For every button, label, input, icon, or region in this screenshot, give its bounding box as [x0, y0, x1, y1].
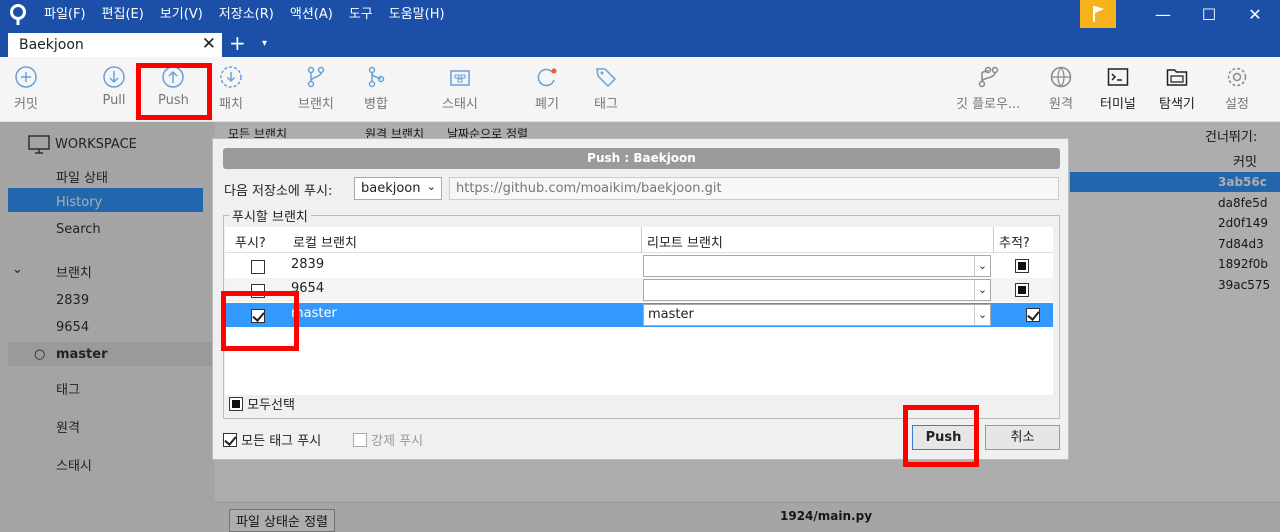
- chevron-down-icon: ⌄: [974, 256, 990, 276]
- track-checkbox[interactable]: [1015, 259, 1029, 273]
- table-row[interactable]: 9654 ⌄: [225, 278, 1053, 302]
- local-branch-name: 2839: [291, 257, 325, 272]
- gitflow-icon: [978, 66, 999, 88]
- table-row[interactable]: master master ⌄: [225, 303, 1053, 327]
- col-local-branch[interactable]: 로컬 브랜치: [293, 232, 357, 251]
- minimize-button[interactable]: —: [1140, 0, 1186, 30]
- menu-bar: 파일(F) 편집(E) 보기(V) 저장소(R) 액션(A) 도구 도움말(H): [44, 0, 461, 30]
- column-divider: [641, 227, 642, 253]
- col-track[interactable]: 추적?: [999, 232, 1030, 251]
- maximize-button[interactable]: ☐: [1186, 0, 1232, 30]
- tab-label: Baekjoon: [19, 37, 84, 53]
- select-all-checkbox[interactable]: [229, 397, 243, 411]
- explorer-button[interactable]: 탐색기: [1159, 65, 1195, 112]
- tab-baekjoon[interactable]: Baekjoon ✕: [8, 33, 222, 57]
- push-all-tags-option[interactable]: 모든 태그 푸시: [223, 430, 321, 449]
- push-toolbar-highlight: [136, 63, 212, 120]
- gitflow-button[interactable]: 깃 플로우...: [956, 65, 1020, 112]
- menu-file[interactable]: 파일(F): [44, 0, 94, 30]
- tab-menu-chevron-icon[interactable]: ▾: [262, 34, 267, 54]
- chevron-down-icon: ⌄: [426, 180, 436, 193]
- menu-edit[interactable]: 편집(E): [102, 0, 152, 30]
- table-row[interactable]: 2839 ⌄: [225, 254, 1053, 278]
- menu-tools[interactable]: 도구: [349, 0, 381, 30]
- remote-button[interactable]: 원격: [1049, 65, 1073, 112]
- force-push-checkbox[interactable]: [353, 433, 367, 447]
- patch-icon: [220, 66, 242, 88]
- repo-label: 다음 저장소에 푸시:: [224, 184, 333, 199]
- tag-icon: [596, 68, 617, 88]
- select-all-label: 모두선택: [247, 398, 295, 413]
- folder-icon: [1166, 69, 1188, 86]
- settings-button[interactable]: 설정: [1225, 65, 1249, 112]
- track-checkbox[interactable]: [1026, 308, 1040, 322]
- dialog-title: Push : Baekjoon: [223, 148, 1060, 169]
- globe-icon: [1050, 66, 1072, 88]
- terminal-icon: [1107, 68, 1129, 86]
- tab-bar: Baekjoon ✕: [0, 30, 1280, 57]
- branches-group-label: 푸시할 브랜치: [229, 206, 311, 225]
- push-checkbox[interactable]: [251, 260, 265, 274]
- repo-select-value: baekjoon: [361, 181, 421, 196]
- plus-circle-icon: [15, 66, 37, 88]
- push-all-tags-label: 모든 태그 푸시: [241, 434, 322, 449]
- menu-view[interactable]: 보기(V): [160, 0, 211, 30]
- grid-header: 푸시? 로컬 브랜치 리모트 브랜치 추적?: [225, 227, 1053, 253]
- column-divider: [993, 227, 994, 253]
- commit-button[interactable]: 커밋: [14, 65, 38, 112]
- stash-icon: [450, 70, 470, 86]
- discard-icon: [537, 68, 557, 87]
- notification-flag-button[interactable]: [1080, 0, 1116, 28]
- gear-icon: [1227, 67, 1247, 87]
- discard-button[interactable]: 폐기: [535, 65, 559, 112]
- merge-icon: [368, 66, 385, 88]
- col-push[interactable]: 푸시?: [235, 232, 266, 251]
- title-bar: 파일(F) 편집(E) 보기(V) 저장소(R) 액션(A) 도구 도움말(H)…: [0, 0, 1280, 30]
- select-all-option[interactable]: 모두선택: [229, 394, 295, 413]
- cancel-button[interactable]: 취소: [985, 425, 1060, 450]
- chevron-down-icon: ⌄: [974, 280, 990, 300]
- terminal-button[interactable]: 터미널: [1100, 65, 1136, 112]
- branch-button[interactable]: 브랜치: [298, 65, 334, 112]
- remote-branch-select[interactable]: ⌄: [643, 255, 991, 277]
- push-all-tags-checkbox[interactable]: [223, 433, 237, 447]
- flag-icon: [1093, 6, 1104, 22]
- pull-arrow-icon: [103, 66, 125, 88]
- repo-select[interactable]: baekjoon ⌄: [354, 177, 442, 200]
- menu-help[interactable]: 도움말(H): [389, 0, 453, 30]
- col-remote-branch[interactable]: 리모트 브랜치: [647, 232, 723, 251]
- pull-button[interactable]: Pull: [102, 65, 126, 108]
- branch-grid: 푸시? 로컬 브랜치 리모트 브랜치 추적? 2839 ⌄ 9654 ⌄ mas…: [225, 227, 1053, 395]
- menu-repository[interactable]: 저장소(R): [219, 0, 282, 30]
- tag-button[interactable]: 태그: [594, 65, 618, 112]
- branch-icon: [307, 66, 325, 88]
- force-push-option[interactable]: 강제 푸시: [353, 430, 423, 449]
- add-tab-button[interactable]: +: [229, 31, 246, 55]
- sourcetree-logo-icon: [10, 4, 26, 25]
- window-close-button[interactable]: ✕: [1232, 0, 1278, 30]
- menu-actions[interactable]: 액션(A): [290, 0, 341, 30]
- chevron-down-icon: ⌄: [974, 305, 990, 325]
- patch-button[interactable]: 패치: [219, 65, 243, 112]
- stash-button[interactable]: 스태시: [442, 65, 478, 112]
- repo-url-field: https://github.com/moaikim/baekjoon.git: [449, 177, 1059, 200]
- remote-branch-select[interactable]: ⌄: [643, 279, 991, 301]
- tab-close-icon[interactable]: ✕: [202, 34, 216, 54]
- remote-branch-select[interactable]: master ⌄: [643, 304, 991, 326]
- merge-button[interactable]: 병합: [364, 65, 388, 112]
- master-checkbox-highlight: [221, 291, 299, 351]
- track-checkbox[interactable]: [1015, 283, 1029, 297]
- force-push-label: 강제 푸시: [371, 434, 424, 449]
- push-button-highlight: [903, 405, 979, 467]
